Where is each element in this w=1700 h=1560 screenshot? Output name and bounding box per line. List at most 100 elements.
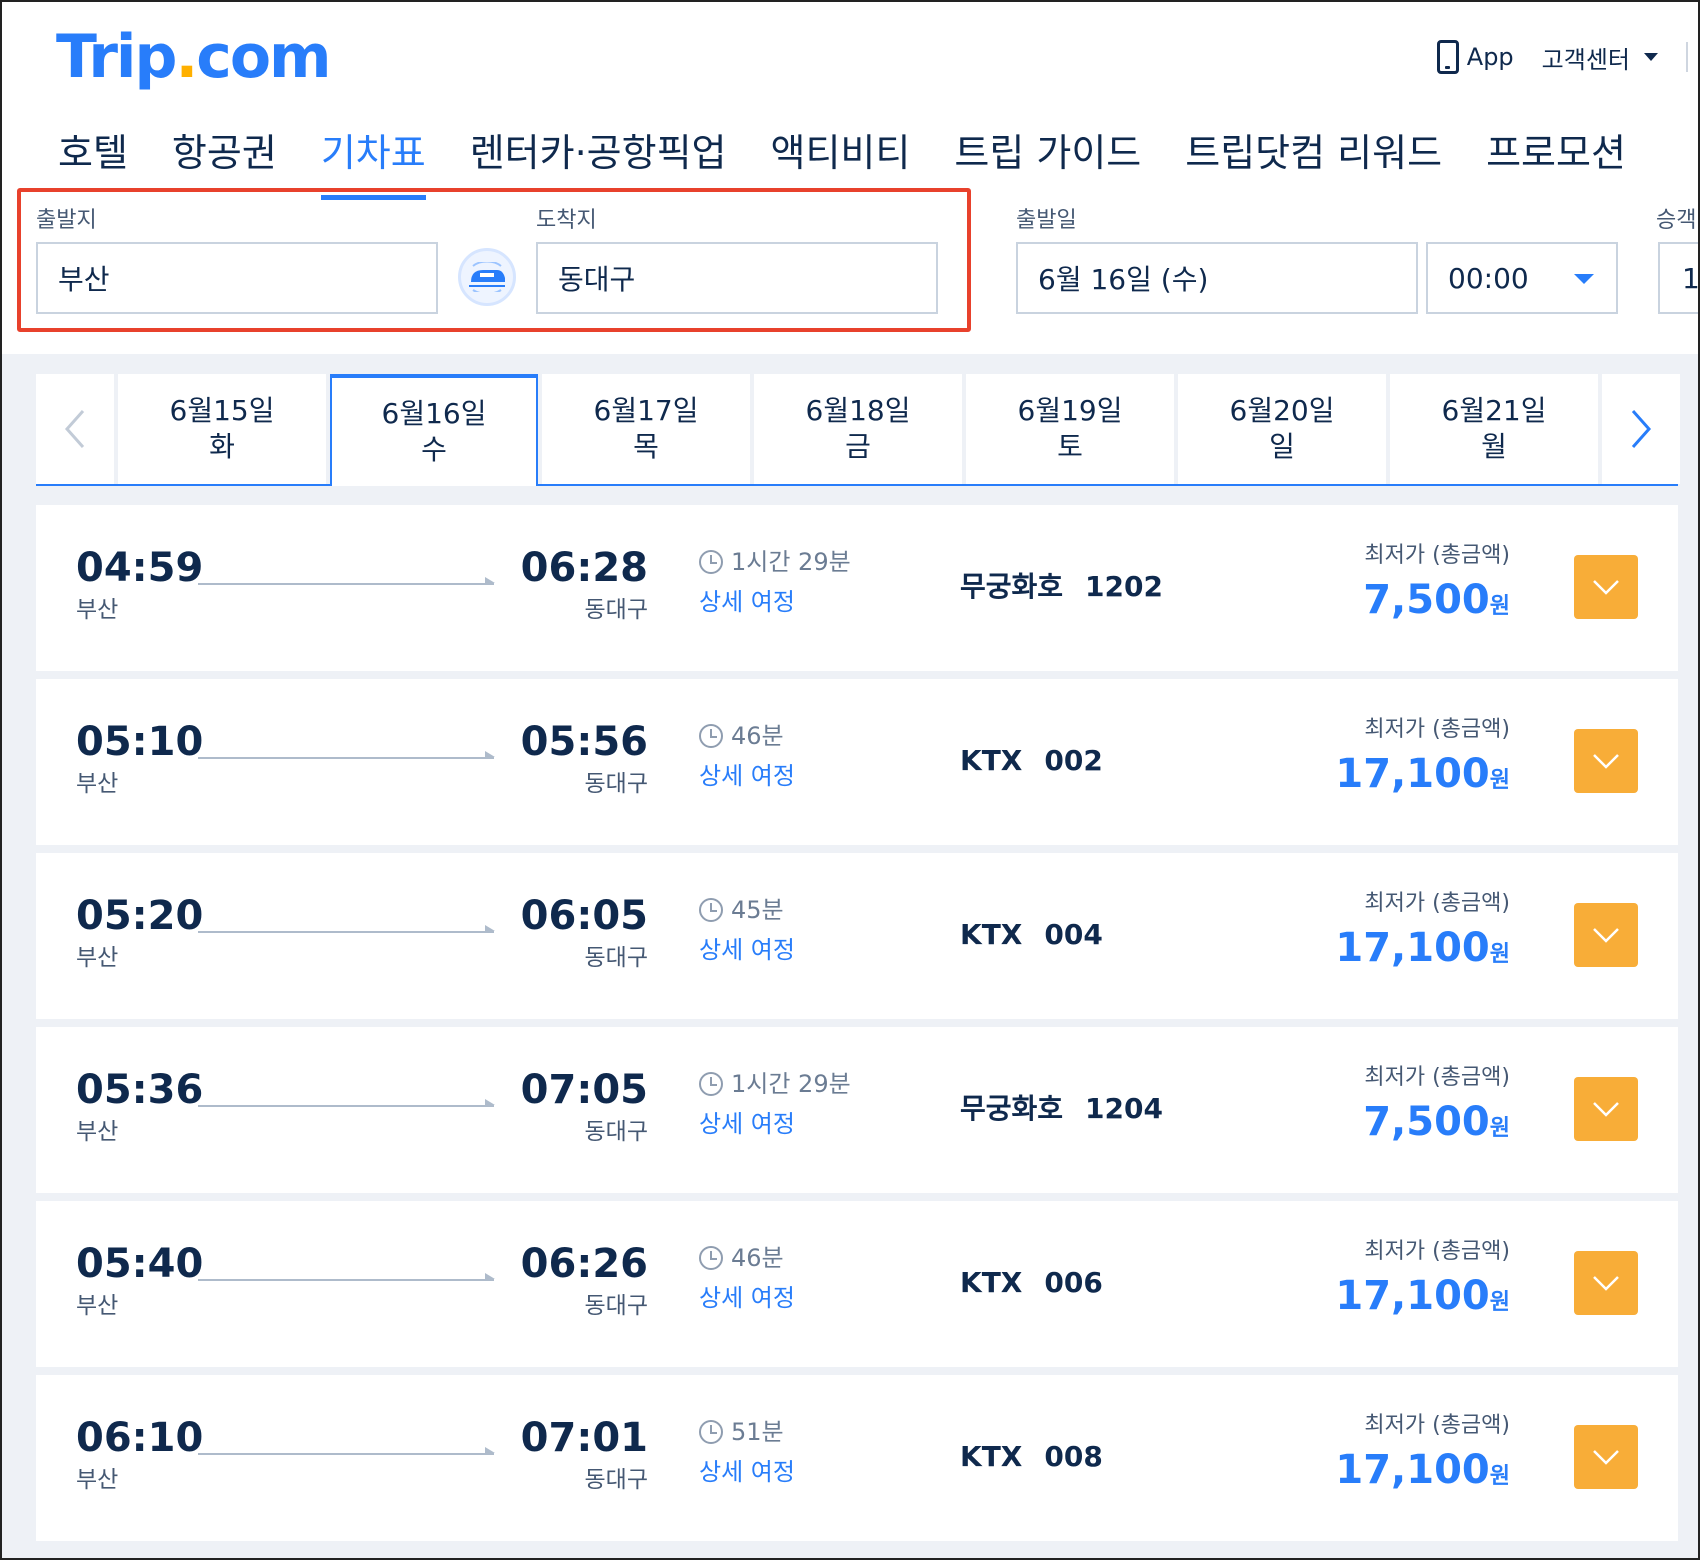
date-tab-3[interactable]: 6월18일 금 <box>754 374 962 484</box>
arrival-station: 동대구 <box>584 597 648 623</box>
price-unit: 원 <box>1489 942 1510 967</box>
header-utilities: App 고객센터 <box>1436 32 1688 82</box>
departure-time: 05:20 <box>76 893 204 939</box>
clock-icon <box>699 898 723 922</box>
lowest-price-label: 최저가 (총금액) <box>1364 1239 1510 1264</box>
duration: 46분 <box>699 721 784 751</box>
date-tab-weekday: 목 <box>633 430 659 463</box>
duration: 1시간 29분 <box>699 1069 851 1099</box>
trip-details-link[interactable]: 상세 여정 <box>699 1457 795 1487</box>
date-tab-2[interactable]: 6월17일 목 <box>542 374 750 484</box>
header-divider <box>1686 42 1688 72</box>
passengers-input[interactable]: 1 <box>1658 242 1698 314</box>
train-card[interactable]: 06:10 부산 07:01 동대구 51분 상세 여정 KTX 008 최저가 (총금액) 17… <box>36 1375 1678 1541</box>
date-tab-date: 6월18일 <box>805 394 911 427</box>
duration-text: 1시간 29분 <box>731 548 851 576</box>
departure-station: 부산 <box>76 945 119 971</box>
train-card[interactable]: 05:20 부산 06:05 동대구 45분 상세 여정 KTX 004 최저가 (총금액) 17… <box>36 853 1678 1019</box>
route-arrow <box>198 1447 495 1455</box>
page-frame: Trip.com App 고객센터 호텔 항공권 기차표 렌터카·공항픽업 액티비티 트립… <box>0 0 1700 1560</box>
expand-train-button[interactable] <box>1574 1425 1638 1489</box>
date-tab-weekday: 토 <box>1057 430 1083 463</box>
trip-logo[interactable]: Trip.com <box>56 24 332 90</box>
date-tab-date: 6월21일 <box>1441 394 1547 427</box>
arrival-time: 06:05 <box>520 893 648 939</box>
expand-train-button[interactable] <box>1574 729 1638 793</box>
date-tab-0[interactable]: 6월15일 화 <box>118 374 326 484</box>
date-tab-1[interactable]: 6월16일 수 <box>330 374 538 486</box>
duration-text: 45분 <box>731 896 784 924</box>
expand-train-button[interactable] <box>1574 1077 1638 1141</box>
chevron-down-icon <box>1593 1450 1619 1465</box>
duration: 1시간 29분 <box>699 547 851 577</box>
duration-text: 1시간 29분 <box>731 1070 851 1098</box>
date-tab-4[interactable]: 6월19일 토 <box>966 374 1174 484</box>
train-card[interactable]: 04:59 부산 06:28 동대구 1시간 29분 상세 여정 무궁화호 1202 최저가 (… <box>36 505 1678 671</box>
route-arrow <box>198 577 495 585</box>
train-type: KTX <box>960 744 1023 777</box>
clock-icon <box>699 550 723 574</box>
trip-details-link[interactable]: 상세 여정 <box>699 1109 795 1139</box>
duration-text: 51분 <box>731 1418 784 1446</box>
train-type: KTX <box>960 918 1023 951</box>
train-card[interactable]: 05:36 부산 07:05 동대구 1시간 29분 상세 여정 무궁화호 1204 최저가 (… <box>36 1027 1678 1193</box>
departure-time: 05:36 <box>76 1067 204 1113</box>
departure-time: 05:10 <box>76 719 204 765</box>
date-tab-6[interactable]: 6월21일 월 <box>1390 374 1598 484</box>
arrival-station: 동대구 <box>584 771 648 797</box>
train-type: 무궁화호 <box>960 570 1064 603</box>
date-tab-weekday: 화 <box>209 430 235 463</box>
departure-time: 06:10 <box>76 1415 204 1461</box>
nav-item-6[interactable]: 트립닷컴 리워드 <box>1185 120 1442 200</box>
duration: 51분 <box>699 1417 784 1447</box>
date-tab-5[interactable]: 6월20일 일 <box>1178 374 1386 484</box>
train-number: 006 <box>1044 1266 1103 1299</box>
train-type: 무궁화호 <box>960 1092 1064 1125</box>
date-tab-weekday: 일 <box>1269 430 1295 463</box>
route-arrow <box>198 751 495 759</box>
date-input[interactable]: 6월 16일 (수) <box>1016 242 1418 314</box>
clock-icon <box>699 1072 723 1096</box>
support-menu[interactable]: 고객센터 <box>1542 40 1658 75</box>
time-value: 00:00 <box>1448 261 1529 295</box>
price: 7,500원 <box>1363 1099 1510 1145</box>
clock-icon <box>699 1420 723 1444</box>
prev-dates-button[interactable] <box>36 374 114 484</box>
trip-details-link[interactable]: 상세 여정 <box>699 761 795 791</box>
train-name: KTX 004 <box>960 917 1103 953</box>
station-highlight-box <box>17 188 971 332</box>
chevron-right-icon <box>1631 410 1652 448</box>
expand-train-button[interactable] <box>1574 1251 1638 1315</box>
chevron-down-icon <box>1593 1102 1619 1117</box>
arrival-time: 06:28 <box>520 545 648 591</box>
passengers-label: 승객 <box>1656 208 1697 233</box>
departure-time: 04:59 <box>76 545 204 591</box>
price-value: 17,100 <box>1335 751 1490 797</box>
app-label: App <box>1466 43 1514 71</box>
date-tab-date: 6월19일 <box>1017 394 1123 427</box>
chevron-left-icon <box>64 410 85 448</box>
lowest-price-label: 최저가 (총금액) <box>1364 891 1510 916</box>
trip-details-link[interactable]: 상세 여정 <box>699 935 795 965</box>
nav-item-7[interactable]: 프로모션 <box>1486 120 1626 200</box>
price-unit: 원 <box>1489 1116 1510 1141</box>
next-dates-button[interactable] <box>1602 374 1680 484</box>
time-select[interactable]: 00:00 <box>1426 242 1618 314</box>
nav-item-5[interactable]: 트립 가이드 <box>954 120 1141 200</box>
app-link[interactable]: App <box>1436 40 1514 74</box>
route-arrow <box>198 925 495 933</box>
trip-details-link[interactable]: 상세 여정 <box>699 1283 795 1313</box>
train-card[interactable]: 05:40 부산 06:26 동대구 46분 상세 여정 KTX 006 최저가 (총금액) 17… <box>36 1201 1678 1367</box>
departure-time: 05:40 <box>76 1241 204 1287</box>
train-card[interactable]: 05:10 부산 05:56 동대구 46분 상세 여정 KTX 002 최저가 (총금액) 17… <box>36 679 1678 845</box>
expand-train-button[interactable] <box>1574 903 1638 967</box>
departure-station: 부산 <box>76 1467 119 1493</box>
date-strip: 6월15일 화 6월16일 수 6월17일 목 6월18일 금 6월19일 토 6월20일 일 6월21… <box>36 374 1680 486</box>
train-name: KTX 006 <box>960 1265 1103 1301</box>
trip-details-link[interactable]: 상세 여정 <box>699 587 795 617</box>
chevron-down-icon <box>1593 1276 1619 1291</box>
price-value: 7,500 <box>1363 577 1490 623</box>
clock-icon <box>699 1246 723 1270</box>
expand-train-button[interactable] <box>1574 555 1638 619</box>
price-value: 7,500 <box>1363 1099 1490 1145</box>
